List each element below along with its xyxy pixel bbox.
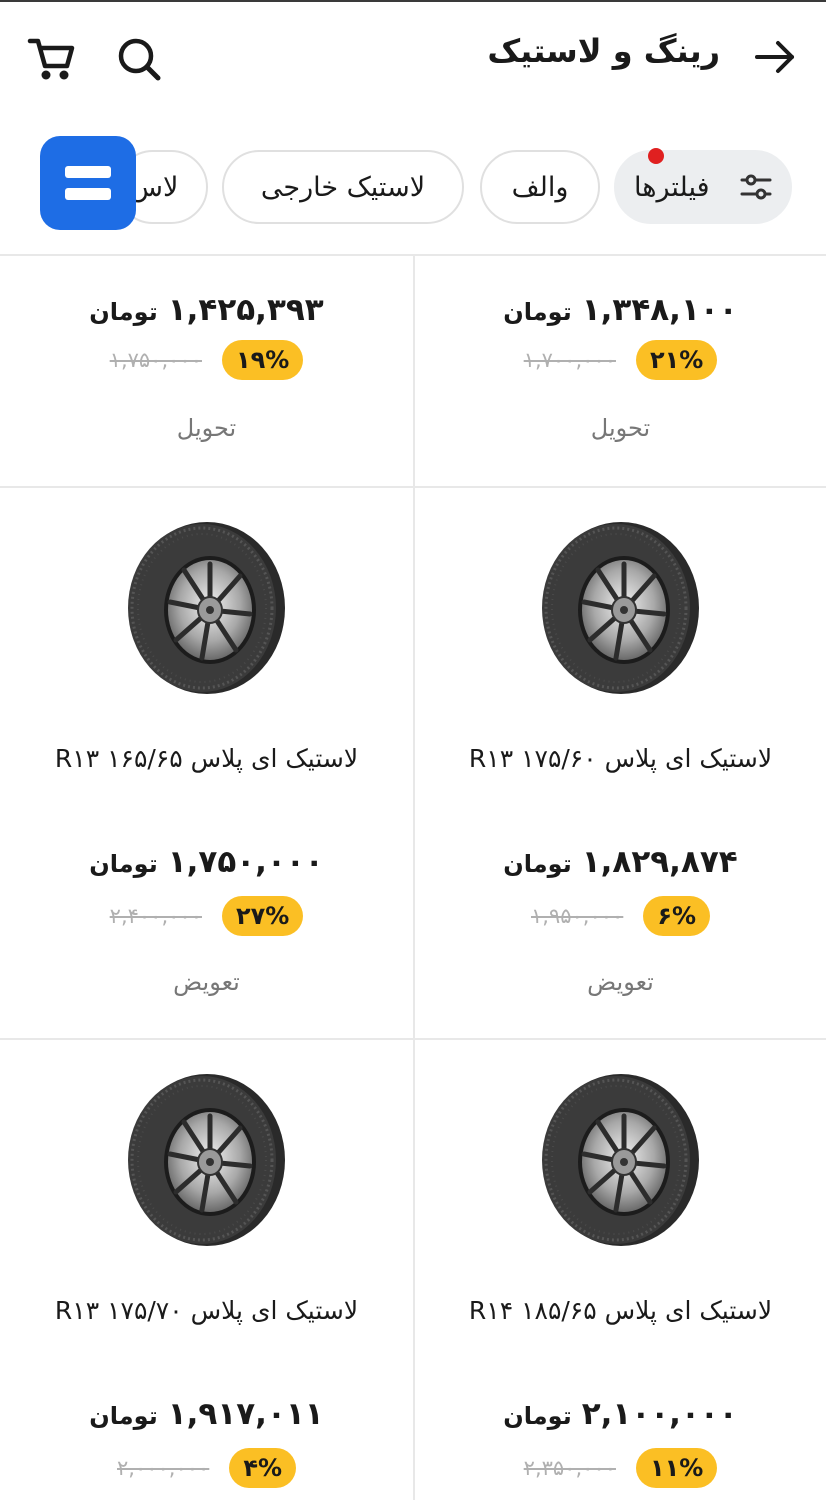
product-tag: تحویل xyxy=(176,414,237,442)
old-price: ۱,۷۵۰,۰۰۰ xyxy=(109,348,202,372)
filter-active-dot xyxy=(648,148,664,164)
currency-label: تومان xyxy=(503,1402,572,1430)
filter-chips-bar: فیلترها والف لاستیک خارجی لاس xyxy=(0,134,826,238)
app-header: رینگ و لاستیک xyxy=(0,2,826,114)
chip-foreign-label: لاستیک خارجی xyxy=(260,171,426,203)
product-name: لاستیک ای پلاس ۱۸۵/۶۵ R۱۴ xyxy=(468,1296,773,1325)
product-image xyxy=(536,518,706,698)
product-image xyxy=(536,1070,706,1250)
product-card[interactable]: ۱,۳۴۸,۱۰۰ تومان ۲۱% ۱,۷۰۰,۰۰۰ تحویل xyxy=(414,256,826,486)
product-tag: تعویض xyxy=(587,968,654,996)
product-price: ۱,۳۴۸,۱۰۰ xyxy=(581,292,738,328)
chip-walf-label: والف xyxy=(511,171,569,203)
currency-label: تومان xyxy=(89,1402,158,1430)
product-tag: تحویل xyxy=(590,414,651,442)
product-image xyxy=(122,518,292,698)
product-name: لاستیک ای پلاس ۱۶۵/۶۵ R۱۳ xyxy=(54,744,359,773)
currency-label: تومان xyxy=(503,850,572,878)
product-name: لاستیک ای پلاس ۱۷۵/۶۰ R۱۳ xyxy=(468,744,773,773)
search-button[interactable] xyxy=(112,32,166,86)
product-price: ۱,۹۱۷,۰۱۱ xyxy=(167,1396,324,1432)
back-button[interactable] xyxy=(752,34,798,80)
old-price: ۱,۷۰۰,۰۰۰ xyxy=(523,348,616,372)
chip-partial-label: لاس xyxy=(130,171,179,203)
cart-icon xyxy=(27,38,75,80)
discount-badge: ۴% xyxy=(229,1448,297,1488)
filter-sliders-icon xyxy=(740,174,772,200)
product-price: ۱,۸۲۹,۸۷۴ xyxy=(581,844,738,880)
product-card[interactable]: لاستیک ای پلاس ۱۷۵/۷۰ R۱۳ ۱,۹۱۷,۰۱۱ توما… xyxy=(0,1040,413,1500)
equals-icon xyxy=(65,166,111,178)
discount-badge: ۱۹% xyxy=(221,340,304,380)
filters-chip[interactable]: فیلترها xyxy=(614,150,792,224)
product-name: لاستیک ای پلاس ۱۷۵/۷۰ R۱۳ xyxy=(54,1296,359,1325)
cart-button[interactable] xyxy=(24,32,78,86)
old-price: ۲,۰۰۰,۰۰۰ xyxy=(117,1456,210,1480)
arrow-right-icon xyxy=(755,41,794,73)
product-grid: ۱,۳۴۸,۱۰۰ تومان ۲۱% ۱,۷۰۰,۰۰۰ تحویل ۱,۴۲… xyxy=(0,254,826,1500)
discount-badge: ۲۷% xyxy=(221,896,304,936)
chip-foreign-tires[interactable]: لاستیک خارجی xyxy=(222,150,464,224)
discount-badge: ۱۱% xyxy=(635,1448,718,1488)
product-card[interactable]: لاستیک ای پلاس ۱۷۵/۶۰ R۱۳ ۱,۸۲۹,۸۷۴ توما… xyxy=(414,488,826,1038)
product-price: ۲,۱۰۰,۰۰۰ xyxy=(581,1396,738,1432)
old-price: ۱,۹۵۰,۰۰۰ xyxy=(531,904,624,928)
product-card[interactable]: لاستیک ای پلاس ۱۶۵/۶۵ R۱۳ ۱,۷۵۰,۰۰۰ توما… xyxy=(0,488,413,1038)
chip-walf[interactable]: والف xyxy=(480,150,600,224)
currency-label: تومان xyxy=(503,298,572,326)
product-price: ۱,۴۲۵,۳۹۳ xyxy=(167,292,324,328)
discount-badge: ۶% xyxy=(643,896,711,936)
old-price: ۲,۳۵۰,۰۰۰ xyxy=(523,1456,616,1480)
currency-label: تومان xyxy=(89,298,158,326)
product-price: ۱,۷۵۰,۰۰۰ xyxy=(167,844,324,880)
discount-badge: ۲۱% xyxy=(635,340,718,380)
product-card[interactable]: لاستیک ای پلاس ۱۸۵/۶۵ R۱۴ ۲,۱۰۰,۰۰۰ توما… xyxy=(414,1040,826,1500)
page-title: رینگ و لاستیک xyxy=(487,32,720,70)
equals-icon-button[interactable] xyxy=(40,136,136,230)
product-image xyxy=(122,1070,292,1250)
old-price: ۲,۴۰۰,۰۰۰ xyxy=(109,904,202,928)
currency-label: تومان xyxy=(89,850,158,878)
product-card[interactable]: ۱,۴۲۵,۳۹۳ تومان ۱۹% ۱,۷۵۰,۰۰۰ تحویل xyxy=(0,256,413,486)
filters-chip-label: فیلترها xyxy=(634,171,710,203)
product-tag: تعویض xyxy=(173,968,240,996)
search-icon xyxy=(118,38,161,81)
